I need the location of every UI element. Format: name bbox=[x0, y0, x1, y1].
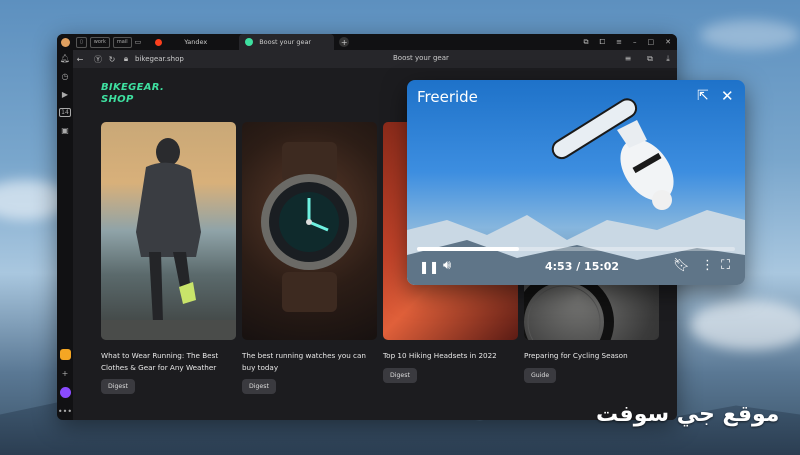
reader-icon[interactable]: ≡ bbox=[621, 54, 635, 63]
tab-label: Yandex bbox=[184, 38, 208, 46]
add-icon[interactable]: + bbox=[62, 369, 69, 378]
article-tag[interactable]: Digest bbox=[242, 379, 276, 394]
return-to-tab-icon[interactable]: ⇱ bbox=[697, 88, 709, 104]
article-title[interactable]: Preparing for Cycling Season bbox=[524, 350, 659, 362]
fullscreen-icon[interactable]: ⛶ bbox=[721, 258, 730, 273]
page-title: Boost your gear bbox=[393, 54, 449, 62]
profile-avatar[interactable] bbox=[61, 37, 70, 47]
minimize-button[interactable]: – bbox=[633, 38, 637, 46]
yandex-icon bbox=[155, 38, 163, 46]
new-tab-button[interactable]: + bbox=[339, 37, 350, 47]
watch-illustration bbox=[261, 142, 357, 312]
address-bar: ← Ⓨ ↻ 🔒︎ bikegear.shop Boost your gear ≡… bbox=[73, 50, 677, 68]
article-title[interactable]: What to Wear Running: The Best Clothes &… bbox=[101, 350, 236, 373]
bookmarks-icon[interactable]: ⧠ bbox=[600, 38, 606, 47]
back-icon[interactable]: ← bbox=[73, 55, 87, 64]
yandex-logo-icon[interactable]: Ⓨ bbox=[91, 54, 105, 65]
article-title[interactable]: Top 10 Hiking Headsets in 2022 bbox=[383, 350, 518, 362]
calendar-icon[interactable]: 14 bbox=[59, 108, 71, 117]
site-favicon-icon bbox=[245, 38, 254, 46]
more-icon[interactable]: ••• bbox=[58, 407, 72, 416]
article-image[interactable] bbox=[101, 122, 236, 340]
maximize-button[interactable]: □ bbox=[648, 38, 655, 46]
workspace-work[interactable]: work bbox=[89, 36, 110, 48]
close-button[interactable]: ✕ bbox=[665, 38, 671, 46]
article-title[interactable]: The best running watches you can buy tod… bbox=[242, 350, 377, 373]
more-options-icon[interactable]: ⋮ bbox=[701, 258, 714, 273]
video-time: 4:53 / 15:02 bbox=[545, 260, 620, 273]
article-image[interactable] bbox=[242, 122, 377, 340]
video-progress-track[interactable] bbox=[417, 247, 735, 251]
logo-line-2: SHOP bbox=[101, 94, 134, 105]
video-title: Freeride bbox=[417, 88, 478, 106]
article-card[interactable]: What to Wear Running: The Best Clothes &… bbox=[101, 122, 236, 394]
picture-in-picture-player[interactable]: Freeride ⇱ ✕ ❚❚ 🔊︎ 4:53 / 15:02 🔖︎ ⋮ ⛶ bbox=[407, 80, 745, 285]
sidebar: 🔔︎ ◷ ▶ 14 ▣ + ••• bbox=[57, 50, 73, 420]
notifications-icon[interactable]: 🔔︎ bbox=[60, 54, 70, 63]
article-tag[interactable]: Guide bbox=[524, 367, 557, 383]
tab-yandex[interactable]: Yandex bbox=[149, 34, 239, 50]
video-frame bbox=[407, 98, 745, 285]
article-tag[interactable]: Digest bbox=[101, 379, 135, 394]
tab-bar: ▯ work mail ▭ Yandex Boost your gear + ⧉… bbox=[57, 34, 677, 50]
reload-icon[interactable]: ↻ bbox=[105, 55, 119, 64]
tab-label: Boost your gear bbox=[259, 38, 312, 46]
workspace-mail[interactable]: mail bbox=[112, 36, 132, 48]
url-field[interactable]: bikegear.shop bbox=[135, 55, 184, 63]
lock-icon: 🔒︎ bbox=[123, 54, 129, 63]
video-progress-fill bbox=[417, 247, 519, 251]
tab-group-toggle[interactable]: ▯ bbox=[76, 36, 87, 48]
watermark: موقع جي سوفت bbox=[596, 402, 780, 427]
yandex-mail-icon[interactable] bbox=[59, 349, 71, 360]
alice-icon[interactable] bbox=[59, 387, 71, 398]
site-logo[interactable]: BIKEGEAR. SHOP bbox=[101, 82, 164, 106]
bookmark-add-icon[interactable]: ⧉ bbox=[643, 54, 657, 64]
article-tag[interactable]: Digest bbox=[383, 367, 417, 383]
tabs-icon[interactable]: ⧉ bbox=[584, 38, 589, 47]
article-card[interactable]: The best running watches you can buy tod… bbox=[242, 122, 377, 394]
cloud bbox=[690, 300, 800, 350]
volume-icon[interactable]: 🔊︎ bbox=[443, 258, 451, 273]
runner-illustration bbox=[101, 138, 236, 340]
download-icon[interactable]: ⤓ bbox=[661, 54, 675, 64]
tab-boost-your-gear[interactable]: Boost your gear bbox=[239, 34, 335, 50]
history-icon[interactable]: ◷ bbox=[62, 72, 69, 81]
pause-icon[interactable]: ❚❚ bbox=[419, 260, 439, 274]
logo-line-1: BIKEGEAR. bbox=[101, 82, 165, 93]
music-icon[interactable]: ▶ bbox=[62, 90, 68, 99]
menu-icon[interactable]: ≡ bbox=[616, 38, 622, 46]
folder-icon[interactable]: ▭ bbox=[135, 38, 142, 46]
close-icon[interactable]: ✕ bbox=[721, 87, 734, 105]
bookmark-icon[interactable]: 🔖︎ bbox=[673, 258, 690, 273]
collections-icon[interactable]: ▣ bbox=[61, 126, 69, 135]
cloud bbox=[700, 20, 800, 50]
